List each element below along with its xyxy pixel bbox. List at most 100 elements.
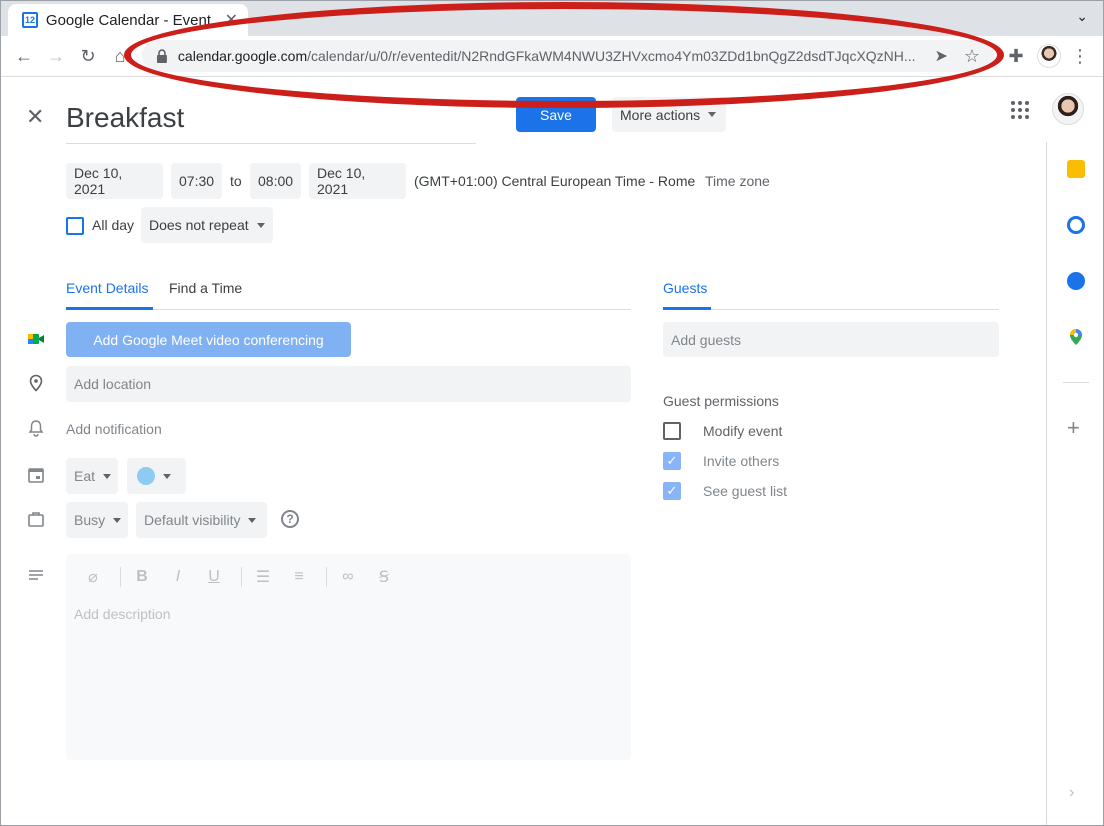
tab-guests[interactable]: Guests	[663, 280, 707, 296]
divider	[326, 567, 327, 587]
bulleted-list-icon[interactable]: ≡	[290, 568, 308, 586]
clear-format-icon[interactable]: Ꞩ	[375, 567, 393, 587]
home-icon[interactable]: ⌂	[108, 44, 132, 68]
tasks-icon[interactable]	[1067, 216, 1085, 234]
tab-close-icon[interactable]: ✕	[225, 10, 238, 30]
guests-tab: Guests	[663, 278, 999, 310]
repeat-value: Does not repeat	[149, 217, 249, 233]
event-title: Breakfast	[66, 102, 185, 133]
divider	[120, 567, 121, 587]
calendar-icon	[28, 468, 44, 483]
event-edit-page: ✕ Breakfast Save More actions Dec 10, 20…	[0, 78, 1104, 826]
link-icon[interactable]: ∞	[339, 568, 357, 586]
allday-label: All day	[92, 217, 135, 233]
timezone-link[interactable]: Time zone	[705, 173, 770, 189]
visibility-value: Default visibility	[144, 512, 241, 528]
calendar-select[interactable]: Eat	[66, 458, 118, 494]
tab-underline	[663, 307, 711, 310]
browser-tabstrip: 12 Google Calendar - Event ✕ ⌄	[0, 0, 1104, 36]
maps-icon[interactable]	[1067, 328, 1085, 346]
numbered-list-icon[interactable]: ☰	[254, 567, 272, 587]
guest-permissions-title: Guest permissions	[663, 393, 779, 409]
description-lines-icon	[29, 570, 43, 580]
repeat-dropdown[interactable]: Does not repeat	[141, 207, 273, 243]
invite-others-checkbox[interactable]: ✓	[663, 452, 681, 470]
divider	[1063, 382, 1089, 383]
chevron-down-icon	[248, 517, 257, 523]
briefcase-icon	[28, 512, 44, 527]
help-icon[interactable]: ?	[281, 510, 299, 528]
chevron-down-icon	[113, 517, 122, 523]
tab-event-details[interactable]: Event Details	[66, 280, 148, 296]
modify-event-label: Modify event	[703, 423, 783, 439]
details-tabs: Event Details Find a Time	[66, 278, 631, 310]
browser-tab[interactable]: 12 Google Calendar - Event ✕	[8, 4, 248, 36]
chevron-down-icon	[103, 473, 112, 479]
tab-find-time[interactable]: Find a Time	[169, 280, 242, 296]
more-actions-button[interactable]: More actions	[612, 97, 726, 132]
event-title-field[interactable]: Breakfast	[66, 98, 476, 144]
tab-search-chevron-icon[interactable]: ⌄	[1076, 8, 1088, 25]
add-meet-button[interactable]: Add Google Meet video conferencing	[66, 322, 351, 357]
availability-select[interactable]: Busy	[66, 502, 128, 538]
description-placeholder: Add description	[74, 606, 171, 622]
url-text: calendar.google.com/calendar/u/0/r/event…	[177, 48, 916, 64]
browser-menu-icon[interactable]: ⋮	[1068, 44, 1092, 68]
location-input[interactable]: Add location	[66, 366, 631, 402]
start-date-field[interactable]: Dec 10, 2021	[66, 163, 163, 199]
italic-icon[interactable]: I	[169, 568, 187, 586]
calendar-value: Eat	[74, 468, 96, 484]
extensions-puzzle-icon[interactable]: ✚	[1004, 44, 1028, 68]
description-editor[interactable]: ⌀ B I U ☰ ≡ ∞ Ꞩ Add description	[66, 554, 631, 760]
lock-icon	[156, 49, 167, 63]
reload-icon[interactable]: ↻	[76, 44, 100, 68]
contacts-icon[interactable]	[1067, 272, 1085, 290]
see-guest-list-checkbox[interactable]: ✓	[663, 482, 681, 500]
add-addon-icon[interactable]: +	[1067, 415, 1080, 441]
end-time-field[interactable]: 08:00	[250, 163, 301, 199]
see-guest-list-label: See guest list	[703, 483, 788, 499]
modify-event-checkbox[interactable]	[663, 422, 681, 440]
allday-checkbox[interactable]	[66, 217, 84, 235]
chevron-down-icon	[256, 222, 265, 228]
add-guests-input[interactable]: Add guests	[663, 322, 999, 357]
side-panel: + ›	[1046, 142, 1104, 826]
account-avatar[interactable]	[1052, 93, 1084, 125]
save-button[interactable]: Save	[516, 97, 596, 132]
close-icon[interactable]: ✕	[26, 104, 44, 130]
tab-title: Google Calendar - Event	[45, 11, 212, 29]
add-notification-link[interactable]: Add notification	[66, 421, 162, 437]
end-date-field[interactable]: Dec 10, 2021	[309, 163, 406, 199]
invite-others-label: Invite others	[703, 453, 780, 469]
chevron-down-icon	[708, 112, 717, 117]
to-label: to	[230, 173, 242, 189]
busy-value: Busy	[74, 512, 106, 528]
keep-icon[interactable]	[1067, 160, 1085, 178]
location-pin-icon	[29, 374, 43, 392]
google-apps-icon[interactable]	[1011, 101, 1029, 119]
back-icon[interactable]: ←	[12, 44, 36, 68]
timezone-text: (GMT+01:00) Central European Time - Rome	[414, 173, 696, 189]
visibility-select[interactable]: Default visibility	[136, 502, 267, 538]
underline-icon[interactable]: U	[205, 568, 223, 586]
browser-toolbar: ← → ↻ ⌂ calendar.google.com/calendar/u/0…	[0, 36, 1104, 77]
bell-icon	[28, 420, 44, 437]
more-actions-label: More actions	[620, 106, 701, 123]
profile-avatar[interactable]	[1037, 44, 1061, 68]
google-meet-icon	[28, 334, 44, 344]
format-toolbar: ⌀ B I U ☰ ≡ ∞ Ꞩ	[66, 554, 631, 600]
attachment-icon[interactable]: ⌀	[84, 567, 102, 587]
bookmark-star-icon[interactable]: ☆	[964, 46, 980, 67]
calendar-favicon-icon: 12	[22, 12, 38, 28]
divider	[241, 567, 242, 587]
tab-underline	[66, 307, 153, 310]
bold-icon[interactable]: B	[133, 568, 151, 586]
color-swatch	[137, 467, 155, 485]
chevron-right-icon[interactable]: ›	[1069, 784, 1074, 802]
event-color-select[interactable]	[127, 458, 186, 494]
chevron-down-icon	[163, 473, 171, 479]
start-time-field[interactable]: 07:30	[171, 163, 222, 199]
address-bar[interactable]: calendar.google.com/calendar/u/0/r/event…	[142, 40, 994, 72]
forward-icon[interactable]: →	[44, 44, 68, 68]
send-to-device-icon[interactable]: ➤	[934, 46, 947, 66]
